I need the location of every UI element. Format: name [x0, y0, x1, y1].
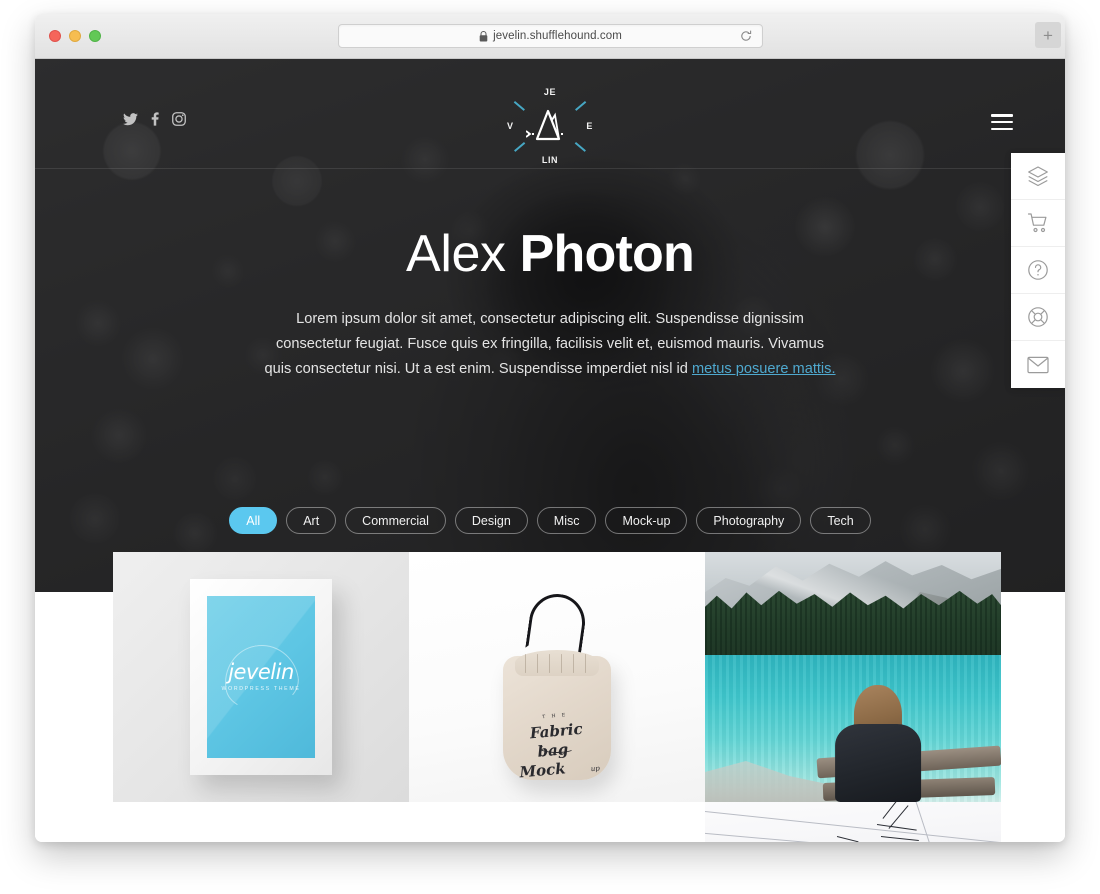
fabric-bag-artwork: T H E Fabric bag Mock up — [409, 552, 705, 802]
facebook-icon[interactable] — [151, 112, 159, 126]
page-title: Alex Photon — [35, 227, 1065, 282]
hero-description-link[interactable]: metus posuere mattis. — [692, 361, 836, 377]
browser-window: jevelin.shufflehound.com + JE V E LIN Al… — [35, 14, 1065, 842]
mountain-icon — [525, 106, 574, 146]
hero-content: Alex Photon Lorem ipsum dolor sit amet, … — [35, 227, 1065, 382]
question-mark-icon — [1027, 259, 1049, 281]
filter-art[interactable]: Art — [286, 507, 337, 534]
filter-mock-up[interactable]: Mock-up — [605, 507, 688, 534]
hamburger-line — [991, 120, 1013, 124]
dock-item-contact[interactable] — [1011, 341, 1065, 388]
hamburger-line — [991, 114, 1013, 117]
blueprint-sketch-artwork — [705, 802, 1001, 842]
framed-poster-artwork: jevelin WORDPRESS THEME — [113, 552, 409, 802]
drawstring-cord — [525, 590, 589, 656]
logo-ray-icon — [575, 100, 586, 111]
portfolio-item-placeholder — [113, 802, 409, 842]
reload-icon[interactable] — [739, 29, 753, 43]
minimize-window-button[interactable] — [69, 30, 81, 42]
filter-tech[interactable]: Tech — [810, 507, 871, 534]
url-text: jevelin.shufflehound.com — [493, 30, 622, 42]
dock-item-cart[interactable] — [1011, 200, 1065, 247]
poster-title: jevelin — [228, 660, 294, 684]
bag-text-fabric: Fabric — [529, 719, 584, 743]
social-links — [123, 112, 186, 126]
portfolio-item-fabric-bag[interactable]: T H E Fabric bag Mock up — [409, 552, 705, 802]
logo-text-left: V — [507, 121, 514, 131]
sketch-line — [880, 836, 919, 842]
page-viewport: JE V E LIN Alex Photon Lorem ipsum dolor… — [35, 59, 1065, 842]
filter-photography[interactable]: Photography — [696, 507, 802, 534]
poster-subtitle: WORDPRESS THEME — [221, 686, 301, 692]
portfolio-item-framed-poster[interactable]: jevelin WORDPRESS THEME — [113, 552, 409, 802]
bag-print-text: T H E Fabric bag Mock up — [514, 699, 601, 781]
window-controls[interactable] — [49, 30, 101, 42]
seated-person — [835, 684, 922, 802]
bag-text-the: T H E — [542, 712, 568, 721]
sketch-line — [882, 802, 905, 820]
logo-text-right: E — [586, 121, 593, 131]
portfolio-item-blueprint-sketch[interactable] — [705, 802, 1001, 842]
twitter-icon[interactable] — [123, 112, 138, 126]
site-logo[interactable]: JE V E LIN — [507, 87, 593, 165]
filter-commercial[interactable]: Commercial — [345, 507, 446, 534]
bag-gather — [515, 650, 599, 676]
browser-chrome-bar: jevelin.shufflehound.com + — [35, 14, 1065, 59]
portfolio-item-lake-photo[interactable] — [705, 552, 1001, 802]
picture-frame: jevelin WORDPRESS THEME — [190, 579, 332, 775]
lifebuoy-icon — [1027, 306, 1049, 328]
portfolio-item-placeholder — [409, 802, 705, 842]
hamburger-line — [991, 127, 1013, 130]
instagram-icon[interactable] — [172, 112, 186, 126]
hamburger-menu-button[interactable] — [991, 114, 1013, 130]
filter-design[interactable]: Design — [454, 507, 528, 534]
side-dock — [1011, 153, 1065, 388]
lock-icon — [479, 30, 488, 42]
dock-item-layers[interactable] — [1011, 153, 1065, 200]
dock-item-help[interactable] — [1011, 247, 1065, 294]
hero-description: Lorem ipsum dolor sit amet, consectetur … — [261, 307, 839, 382]
layers-icon — [1027, 165, 1049, 187]
logo-ray-icon — [514, 100, 525, 111]
logo-text-top: JE — [543, 87, 557, 97]
poster-surface: jevelin WORDPRESS THEME — [207, 596, 315, 758]
address-bar[interactable]: jevelin.shufflehound.com — [338, 24, 763, 48]
dock-item-support[interactable] — [1011, 294, 1065, 341]
envelope-icon — [1027, 356, 1049, 374]
sketch-line — [836, 836, 859, 842]
hero-title-bold: Photon — [519, 225, 695, 283]
portfolio-grid: jevelin WORDPRESS THEME T H E Fabric bag… — [113, 552, 1001, 842]
site-header: JE V E LIN — [35, 59, 1065, 169]
shopping-cart-icon — [1027, 212, 1049, 234]
bag-text-up: up — [590, 764, 601, 774]
pine-forest — [705, 590, 1001, 665]
close-window-button[interactable] — [49, 30, 61, 42]
maximize-window-button[interactable] — [89, 30, 101, 42]
lake-photo-artwork — [705, 552, 1001, 802]
new-tab-button[interactable]: + — [1035, 22, 1061, 48]
filter-all[interactable]: All — [229, 507, 278, 534]
logo-text-bottom: LIN — [541, 155, 559, 165]
logo-ray-icon — [514, 141, 525, 152]
logo-ray-icon — [575, 141, 586, 152]
portfolio-filter-bar: All Art Commercial Design Misc Mock-up P… — [35, 507, 1065, 534]
hero-title-light: Alex — [406, 225, 506, 283]
swirl-icon — [540, 744, 574, 753]
filter-misc[interactable]: Misc — [536, 507, 597, 534]
person-jacket — [835, 724, 922, 802]
